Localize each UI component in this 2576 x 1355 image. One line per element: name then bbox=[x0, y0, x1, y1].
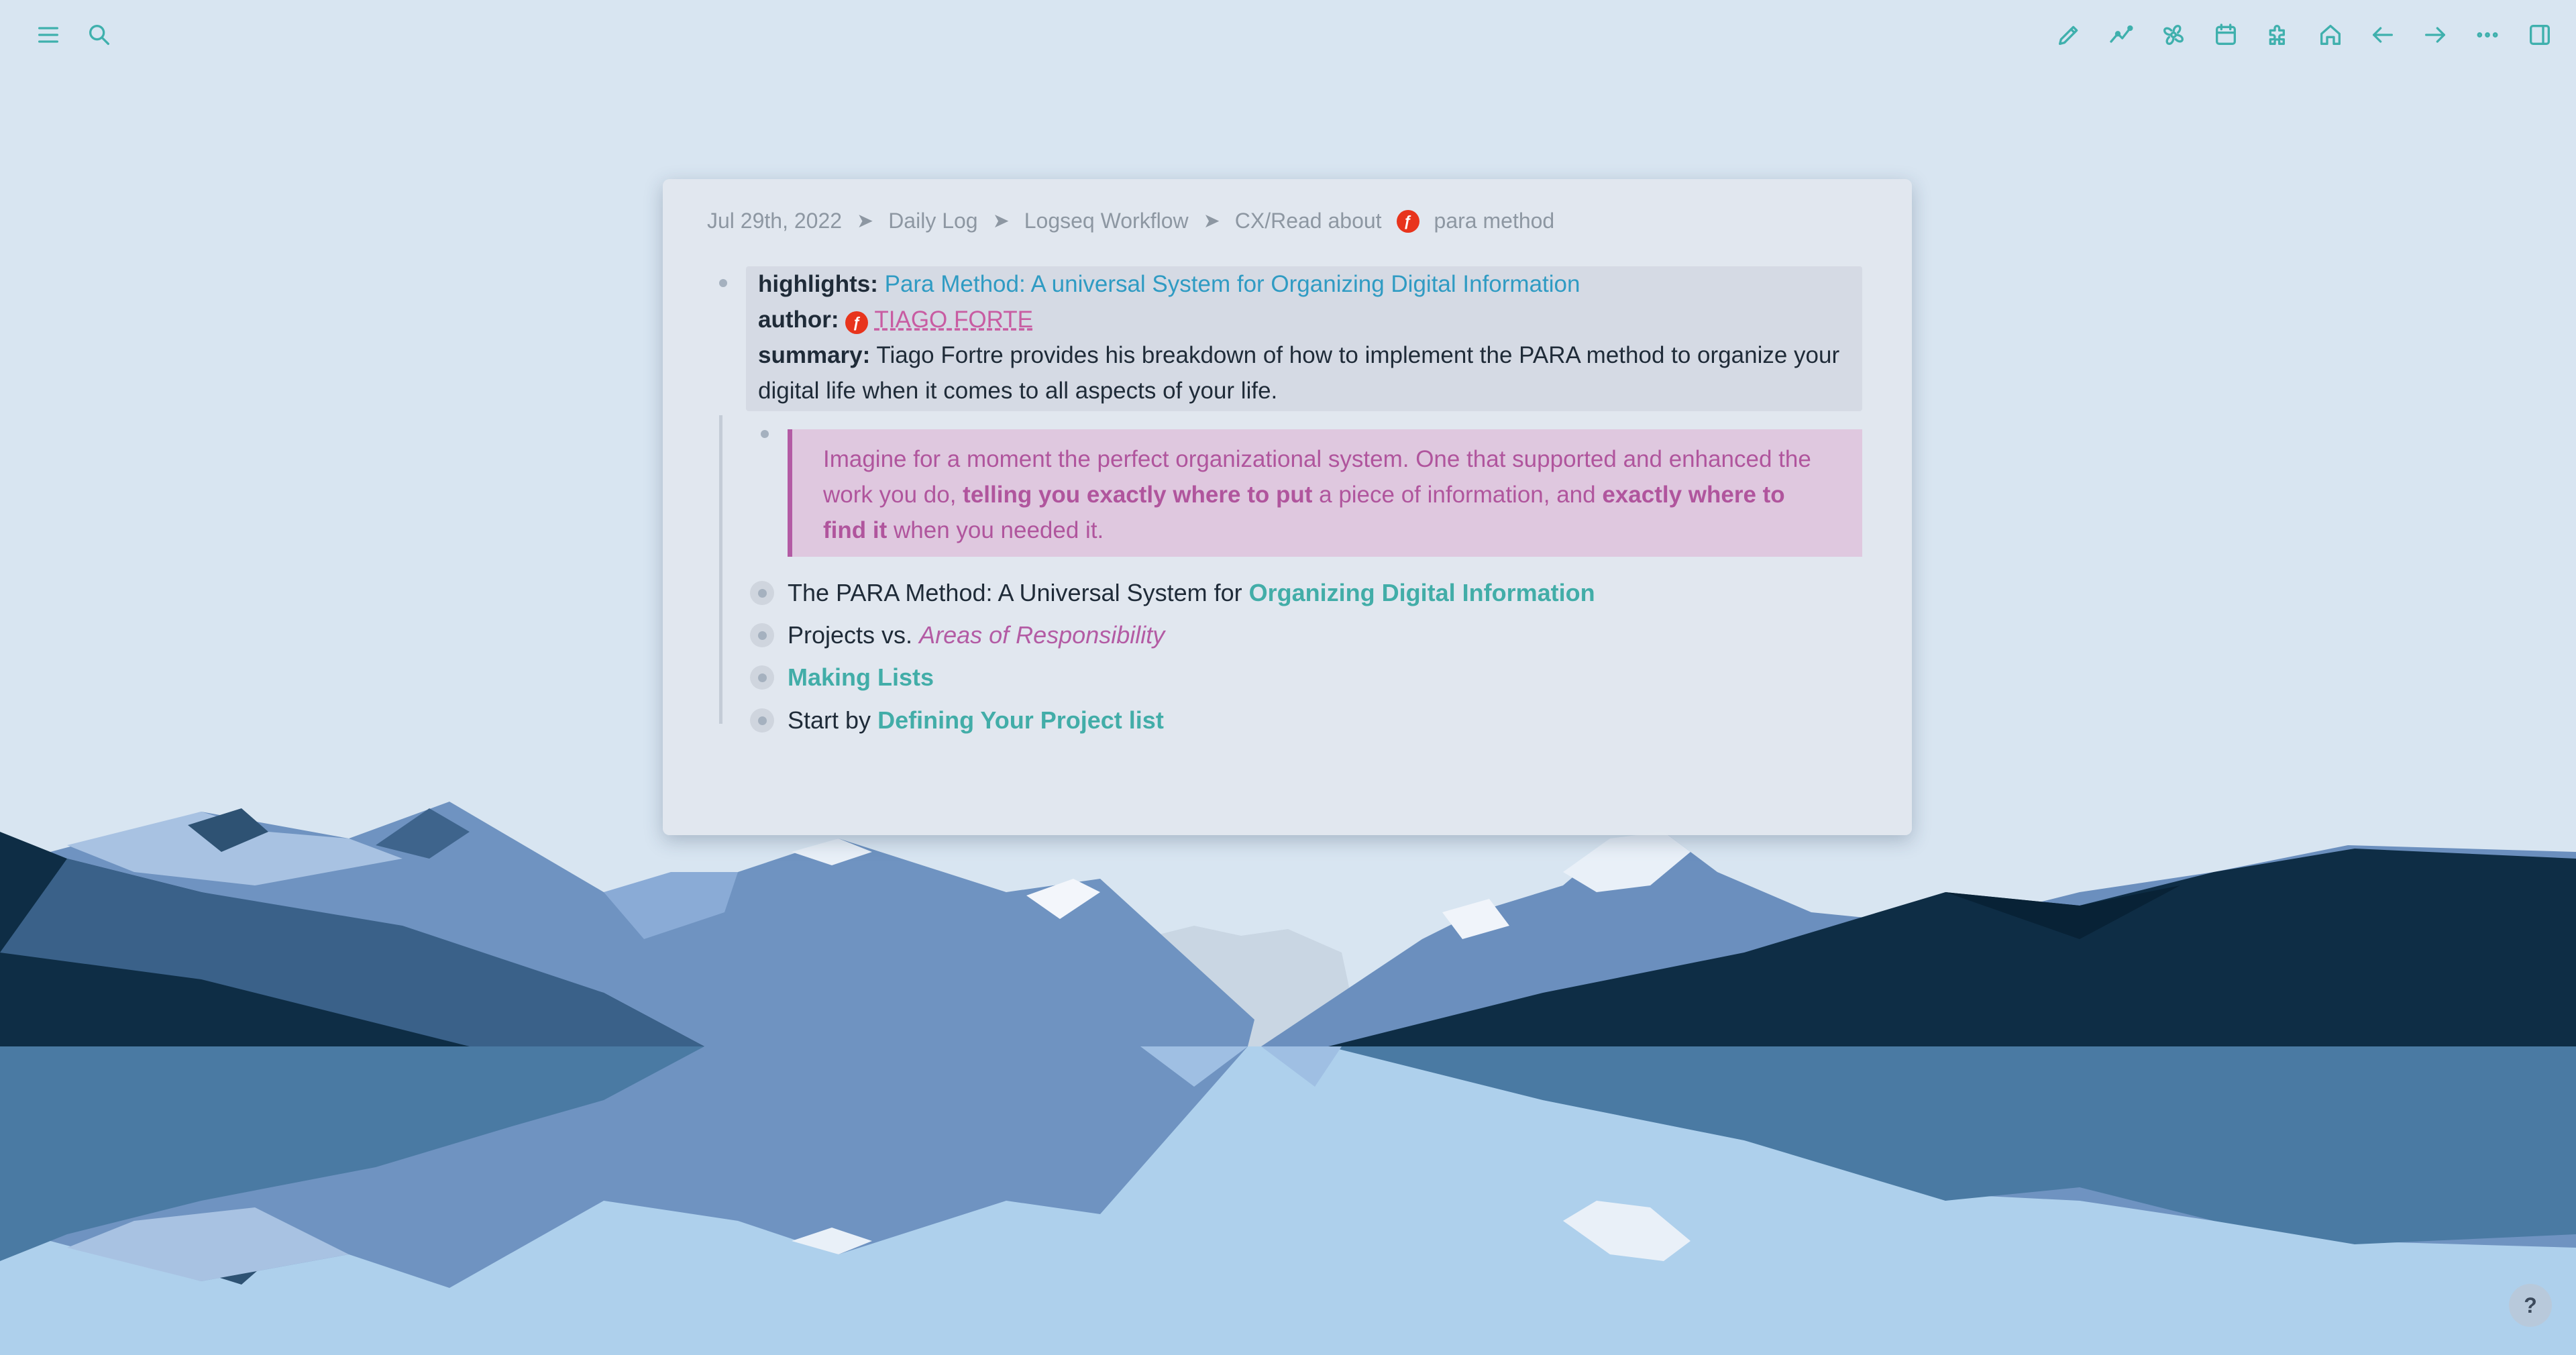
breadcrumb-separator-icon: ➤ bbox=[1203, 210, 1220, 232]
list-item[interactable]: Projects vs. Areas of Responsibility bbox=[750, 621, 1165, 649]
page-card: Jul 29th, 2022 ➤ Daily Log ➤ Logseq Work… bbox=[663, 179, 1912, 835]
item-link[interactable]: Defining Your Project list bbox=[877, 706, 1164, 735]
quote-text-2: a piece of information, and bbox=[1319, 482, 1596, 508]
breadcrumb-item-para-method[interactable]: para method bbox=[1434, 209, 1555, 233]
block-bullet[interactable] bbox=[750, 623, 774, 647]
breadcrumb: Jul 29th, 2022 ➤ Daily Log ➤ Logseq Work… bbox=[707, 209, 1554, 233]
summary-text: Tiago Fortre provides his breakdown of h… bbox=[758, 342, 1840, 404]
breadcrumb-item-cx-read-about[interactable]: CX/Read about bbox=[1235, 209, 1382, 233]
block-bullet[interactable] bbox=[750, 708, 774, 733]
search-icon[interactable] bbox=[83, 19, 115, 51]
breadcrumb-separator-icon: ➤ bbox=[857, 210, 874, 232]
quote-bold-1: telling you exactly where to put bbox=[963, 482, 1313, 508]
list-item[interactable]: Start by Defining Your Project list bbox=[750, 706, 1164, 735]
list-item[interactable]: Making Lists bbox=[750, 663, 934, 692]
quote-block[interactable]: Imagine for a moment the perfect organiz… bbox=[788, 429, 1862, 557]
quote-text-3: when you needed it. bbox=[893, 517, 1104, 543]
calendar-icon[interactable] bbox=[2210, 19, 2242, 51]
block-bullet[interactable] bbox=[750, 665, 774, 690]
pen-icon[interactable] bbox=[2053, 19, 2085, 51]
back-icon[interactable] bbox=[2367, 19, 2399, 51]
forward-icon[interactable] bbox=[2419, 19, 2451, 51]
item-text: The PARA Method: A Universal System for bbox=[788, 579, 1242, 606]
highlights-key: highlights: bbox=[758, 271, 878, 297]
author-link[interactable]: TIAGO FORTE bbox=[874, 307, 1033, 333]
author-key: author: bbox=[758, 307, 839, 333]
properties-block[interactable]: highlights: Para Method: A universal Sys… bbox=[746, 266, 1862, 411]
flashcards-icon[interactable] bbox=[2157, 19, 2190, 51]
breadcrumb-separator-icon: ➤ bbox=[992, 210, 1010, 232]
block-bullet[interactable] bbox=[719, 279, 727, 287]
sidebar-icon[interactable] bbox=[2524, 19, 2556, 51]
notion-icon: ƒ bbox=[845, 311, 869, 334]
graph-icon[interactable] bbox=[2105, 19, 2137, 51]
help-button[interactable]: ? bbox=[2509, 1284, 2552, 1327]
breadcrumb-item-daily-log[interactable]: Daily Log bbox=[888, 209, 977, 233]
block-thread-line bbox=[719, 415, 722, 724]
highlights-link[interactable]: Para Method: A universal System for Orga… bbox=[885, 271, 1580, 297]
item-text: Start by bbox=[788, 706, 871, 734]
block-bullet[interactable] bbox=[750, 581, 774, 605]
item-text: Projects vs. bbox=[788, 621, 913, 649]
summary-key: summary: bbox=[758, 342, 871, 368]
item-link[interactable]: Making Lists bbox=[788, 663, 934, 692]
notion-icon: ƒ bbox=[1396, 209, 1419, 233]
menu-icon[interactable] bbox=[32, 19, 64, 51]
item-link[interactable]: Areas of Responsibility bbox=[919, 621, 1165, 649]
list-item[interactable]: The PARA Method: A Universal System for … bbox=[750, 579, 1595, 607]
item-link[interactable]: Organizing Digital Information bbox=[1249, 579, 1595, 607]
breadcrumb-item-logseq-workflow[interactable]: Logseq Workflow bbox=[1024, 209, 1189, 233]
plugins-icon[interactable] bbox=[2262, 19, 2294, 51]
breadcrumb-item-date[interactable]: Jul 29th, 2022 bbox=[707, 209, 842, 233]
block-bullet[interactable] bbox=[761, 430, 769, 438]
more-icon[interactable] bbox=[2471, 19, 2504, 51]
home-icon[interactable] bbox=[2314, 19, 2347, 51]
